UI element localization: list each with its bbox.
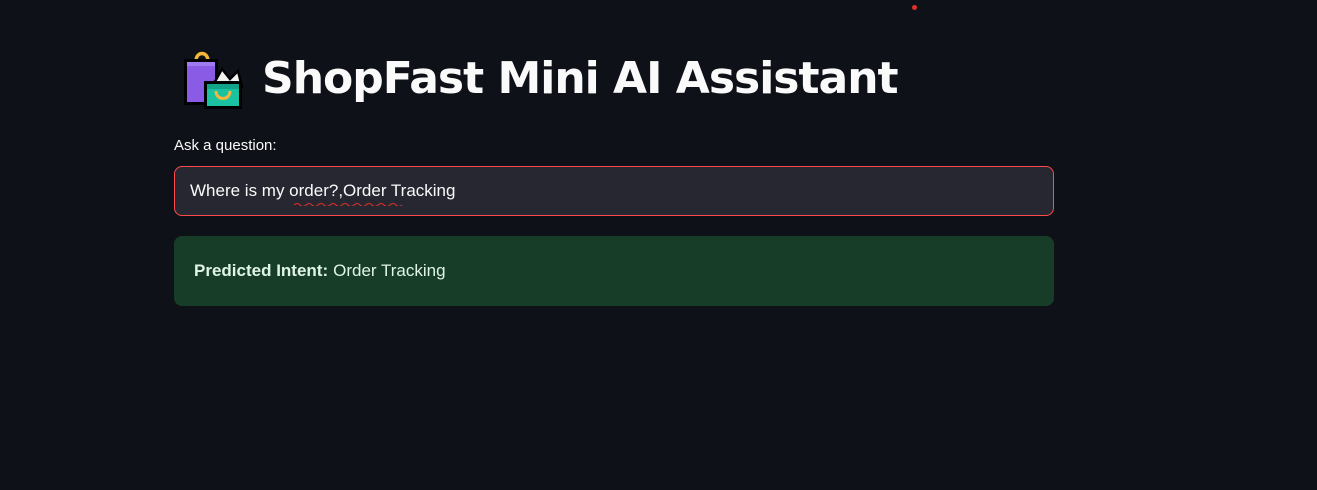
predicted-intent-label: Predicted Intent:: [194, 261, 329, 280]
spellcheck-underline: [294, 203, 402, 206]
page-header: ShopFast Mini AI Assistant: [180, 44, 899, 114]
page-title: ShopFast Mini AI Assistant: [262, 53, 899, 104]
question-input[interactable]: [174, 166, 1054, 216]
prediction-result-box: Predicted Intent: Order Tracking: [174, 236, 1054, 306]
shopping-bags-icon: [184, 51, 244, 109]
predicted-intent-value: Order Tracking: [333, 261, 446, 280]
running-status-dot: [912, 5, 917, 10]
question-label: Ask a question:: [174, 137, 277, 154]
